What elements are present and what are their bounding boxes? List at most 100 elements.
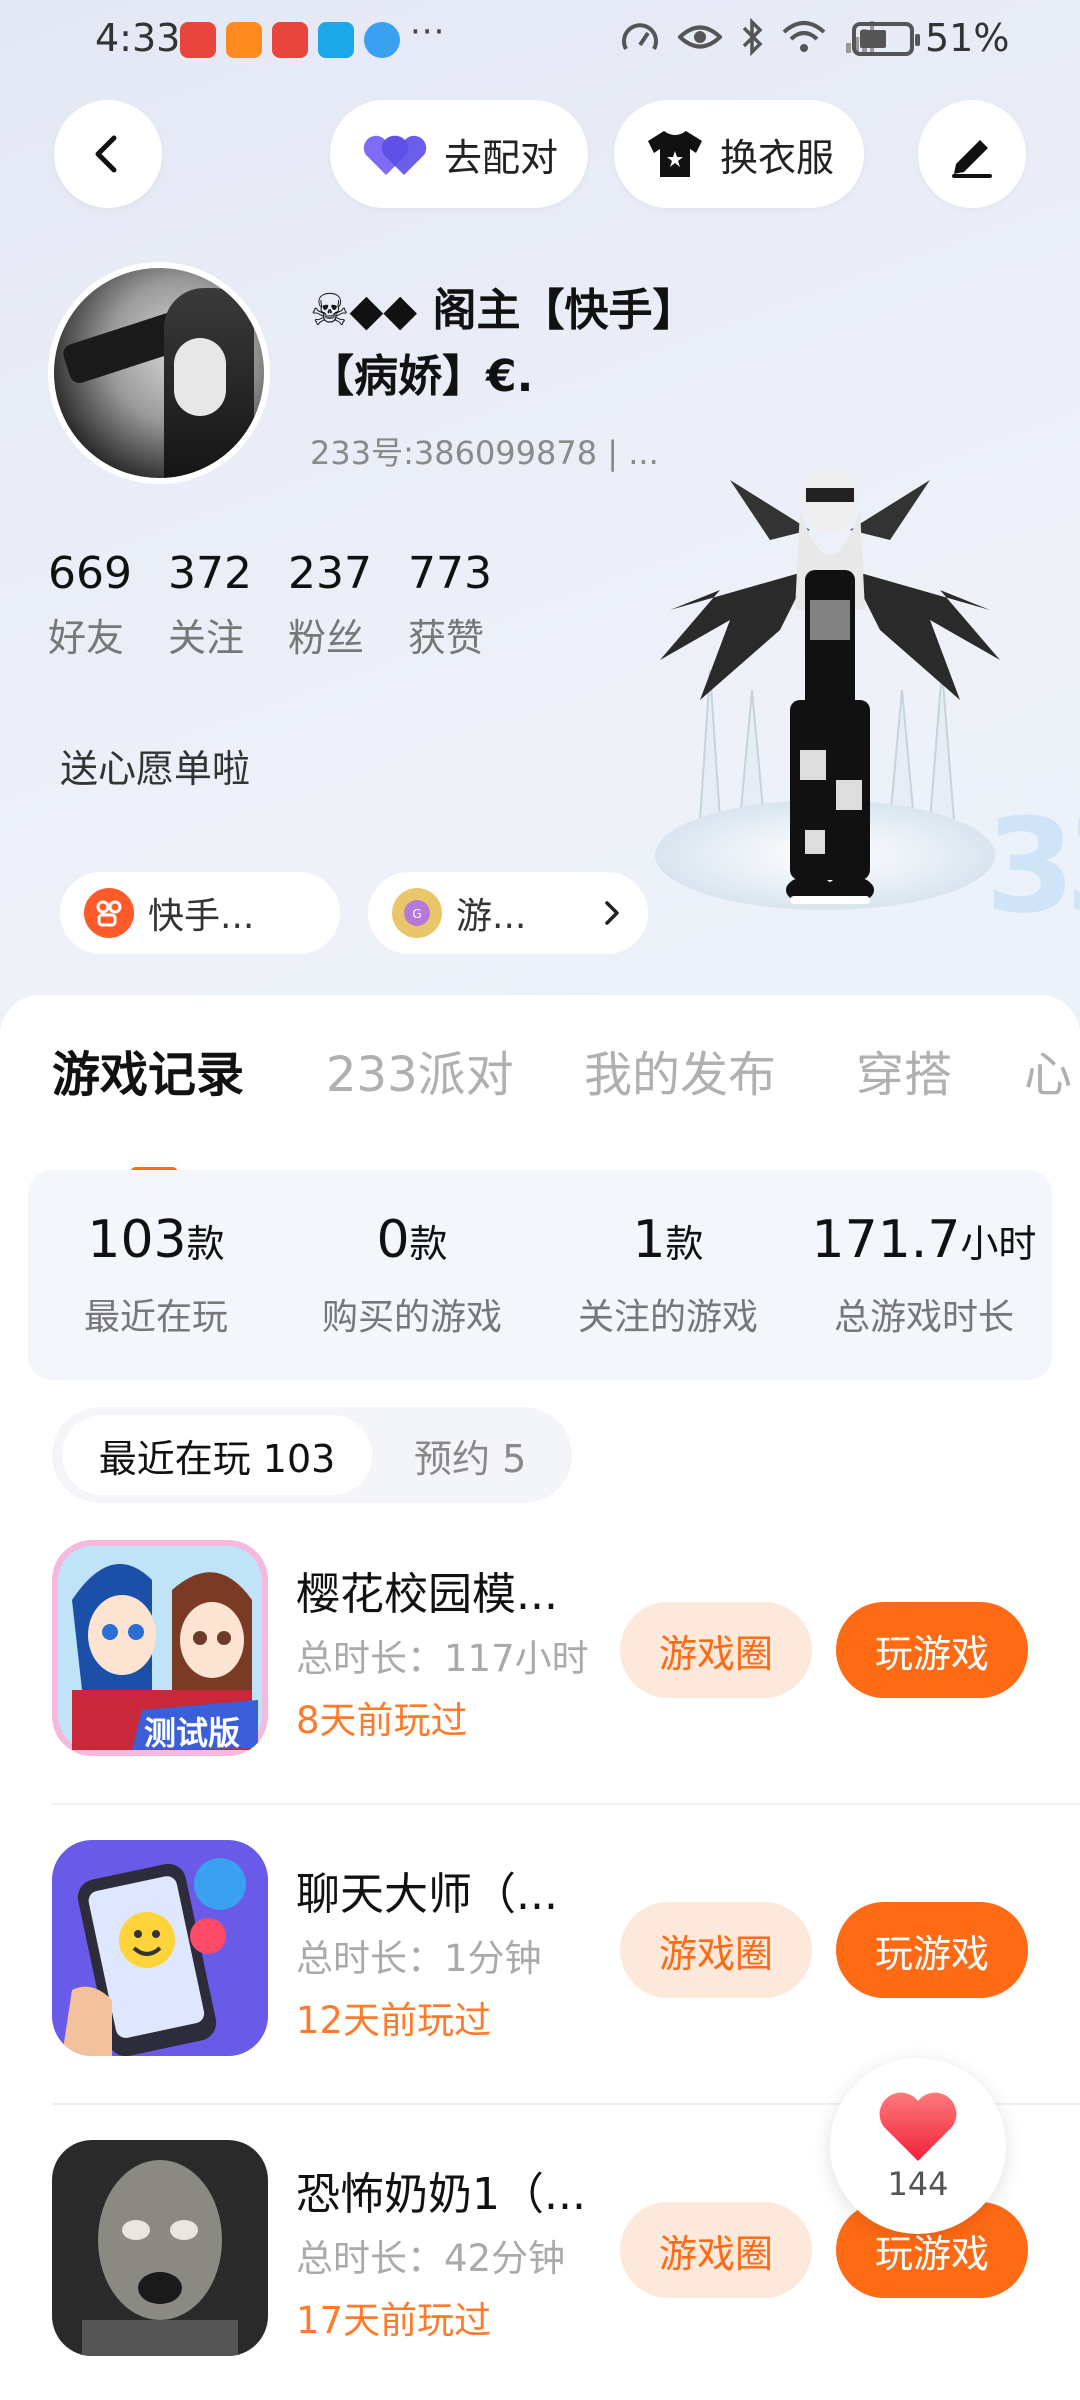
notification-icons [180,22,400,58]
speed-icon [622,23,658,50]
pair-label: 去配对 [444,135,559,180]
user-id[interactable]: 233号:386099878 | ... [310,428,659,474]
stat-label: 获赞 [407,616,484,660]
stat-following[interactable]: 372 关注 [168,548,252,662]
stat-number: 669 [48,548,132,599]
game-name: 樱花校园模... [296,1569,558,1620]
dress-up-button[interactable]: 换衣服 [614,100,865,208]
summary-label: 总游戏时长 [833,1297,1014,1338]
game-name: 聊天大师（... [296,1869,558,1920]
summary-unit: 款 [665,1222,704,1266]
summary-label: 关注的游戏 [577,1297,758,1338]
system-icons [620,18,874,56]
play-app-icon [226,22,262,58]
game-circle-button[interactable]: 游戏圈 [620,2202,812,2298]
game-circle-button[interactable]: 游戏圈 [620,1602,812,1698]
game-duration: 总时长：42分钟 [296,2237,566,2280]
sakura-school-icon: 测试版 [52,1540,268,1756]
edit-profile-button[interactable] [918,100,1026,208]
chevron-left-icon [95,135,117,173]
kuaishou-icon [84,888,134,938]
game-duration: 总时长：117小时 [296,1637,589,1680]
profile-tabs: 游戏记录 233派对 我的发布 穿搭 心 [0,1035,1080,1179]
game-last-played: 12天前玩过 [296,1999,492,2042]
screen: 4:33 ··· 51% 去配对 换衣服 ☠◆◆ 阁主【快手】【病娇】€. 23… [0,0,1080,2400]
game-last-played: 17天前玩过 [296,2299,492,2342]
row-divider [52,1803,1080,1805]
tab-wishes[interactable]: 心 [1024,1035,1072,1105]
huawei-video-icon [180,22,216,58]
heart-icon [879,2092,957,2161]
avatar-character[interactable] [660,460,1000,930]
huawei-app-icon [272,22,308,58]
wishlist-link[interactable]: 送心愿单啦 [60,738,250,793]
segment-recent[interactable]: 最近在玩 103 [62,1415,372,1495]
back-button[interactable] [54,100,162,208]
wifi-icon [782,21,826,52]
granny-horror-icon [52,2140,268,2356]
test-version-badge: 测试版 [144,1714,241,1752]
game-badge-chip[interactable]: G 游... [368,872,648,954]
game-badge-icon: G [392,888,442,938]
game-name: 恐怖奶奶1（... [296,2169,586,2220]
stat-number: 773 [407,548,492,599]
eye-icon [678,25,722,49]
summary-number: 0 [376,1210,410,1270]
game-last-played: 8天前玩过 [296,1699,468,1742]
chevron-right-icon [605,901,619,925]
stat-friends[interactable]: 669 好友 [48,548,132,662]
summary-unit: 款 [186,1222,225,1266]
avatar[interactable] [48,262,270,484]
tab-233-party[interactable]: 233派对 [326,1035,514,1105]
summary-followed[interactable]: 1款 关注的游戏 [540,1170,796,1380]
chip-label: 快手... [148,896,255,937]
summary-recent[interactable]: 103款 最近在玩 [28,1170,284,1380]
heart-pair-icon [360,129,430,179]
floating-like-button[interactable]: 144 [830,2058,1006,2234]
bluetooth-icon [742,18,763,56]
game-list-segment: 最近在玩 103 预约 5 [52,1407,572,1503]
summary-number: 171.7 [811,1210,961,1270]
stat-likes[interactable]: 773 获赞 [408,548,492,662]
stat-fans[interactable]: 237 粉丝 [288,548,372,662]
pair-button[interactable]: 去配对 [330,100,589,208]
game-duration: 总时长：1分钟 [296,1937,542,1980]
more-notifications-icon: ··· [410,12,446,52]
stat-number: 372 [167,548,252,599]
game-row[interactable]: 测试版 樱花校园模... 总时长：117小时 8天前玩过 游戏圈 玩游戏 [0,1540,1080,1840]
kuaishou-chip[interactable]: 快手... [60,872,340,954]
username: ☠◆◆ 阁主【快手】【病娇】€. [310,285,675,402]
tab-game-records[interactable]: 游戏记录 [52,1035,244,1105]
tab-my-posts[interactable]: 我的发布 [584,1035,776,1105]
like-count: 144 [887,2165,949,2203]
summary-playtime[interactable]: 171.7小时 总游戏时长 [796,1170,1052,1380]
chat-master-icon [52,1840,268,2056]
dress-up-label: 换衣服 [720,135,835,180]
status-bar: 4:33 ··· 51% [0,0,1080,80]
browser-app-icon [364,22,400,58]
pencil-icon [952,140,992,178]
summary-unit: 小时 [960,1222,1037,1266]
segment-reserved[interactable]: 预约 5 [414,1415,526,1495]
profile-stats: 669 好友 372 关注 237 粉丝 773 获赞 [48,548,492,662]
summary-purchased[interactable]: 0款 购买的游戏 [284,1170,540,1380]
game-summary-card: 103款 最近在玩 0款 购买的游戏 1款 关注的游戏 171.7小时 总游戏时… [28,1170,1052,1380]
summary-label: 购买的游戏 [321,1297,502,1338]
tshirt-icon [648,131,702,177]
play-game-button[interactable]: 玩游戏 [836,1602,1028,1698]
stat-number: 237 [287,548,372,599]
svg-text:G: G [412,907,421,921]
stat-label: 关注 [167,616,244,660]
stat-label: 粉丝 [287,616,364,660]
summary-label: 最近在玩 [83,1297,228,1338]
game-circle-button[interactable]: 游戏圈 [620,1902,812,1998]
battery-icon [852,22,920,56]
play-game-button[interactable]: 玩游戏 [836,1902,1028,1998]
status-time: 4:33 [95,16,181,60]
summary-number: 103 [87,1210,187,1270]
summary-unit: 款 [409,1222,448,1266]
stat-label: 好友 [48,616,125,660]
tab-outfits[interactable]: 穿搭 [856,1035,952,1105]
summary-number: 1 [632,1210,666,1270]
chip-label: 游... [456,896,527,937]
